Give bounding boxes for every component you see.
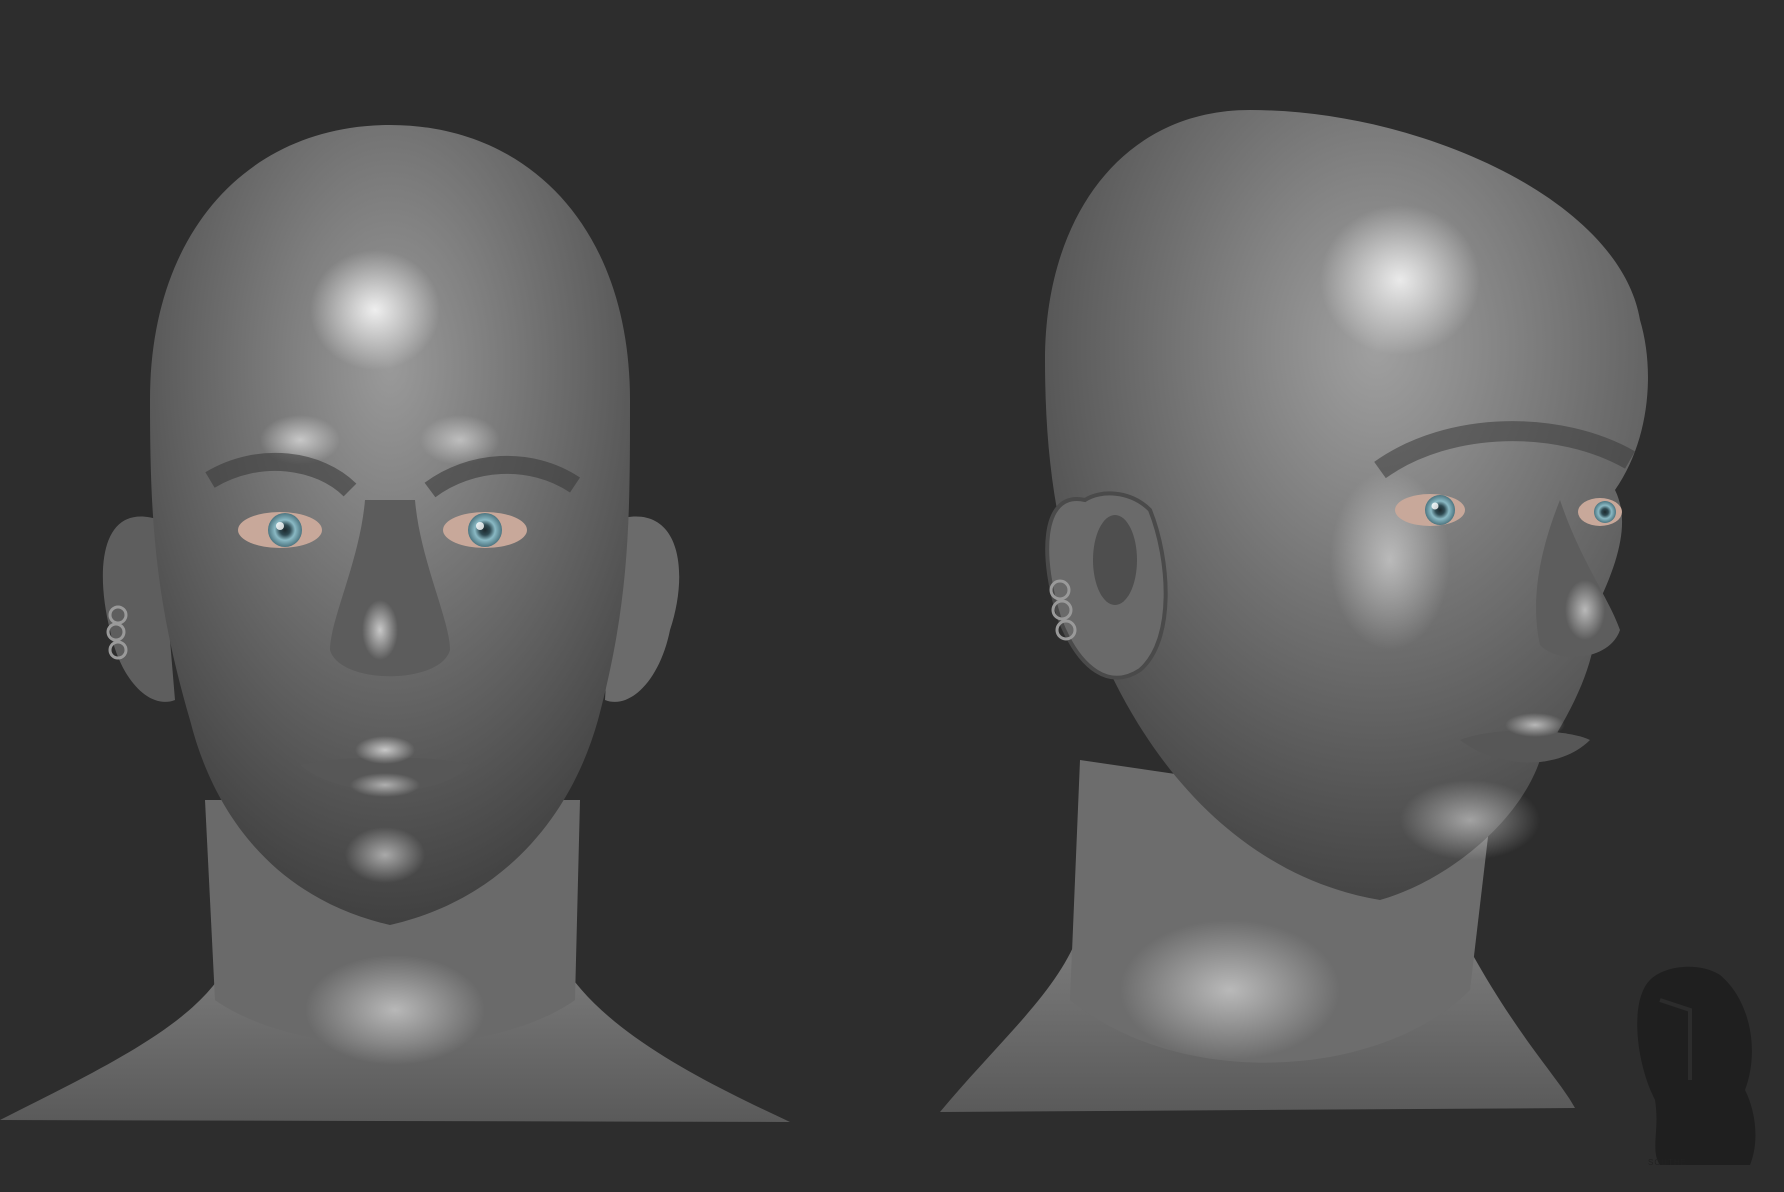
side-near-eye: [1395, 494, 1465, 526]
three-quarter-view-head: [940, 110, 1648, 1112]
side-far-eye: [1578, 498, 1622, 526]
front-left-eye: [238, 512, 322, 548]
render-canvas: SCUTHE: [0, 0, 1784, 1192]
front-right-eye: [443, 512, 527, 548]
sculpt-render: [0, 110, 1756, 1165]
signature-text: SCUTHE: [1648, 1158, 1687, 1167]
front-view-head: [0, 125, 790, 1122]
artist-signature-logo: [1637, 966, 1756, 1165]
